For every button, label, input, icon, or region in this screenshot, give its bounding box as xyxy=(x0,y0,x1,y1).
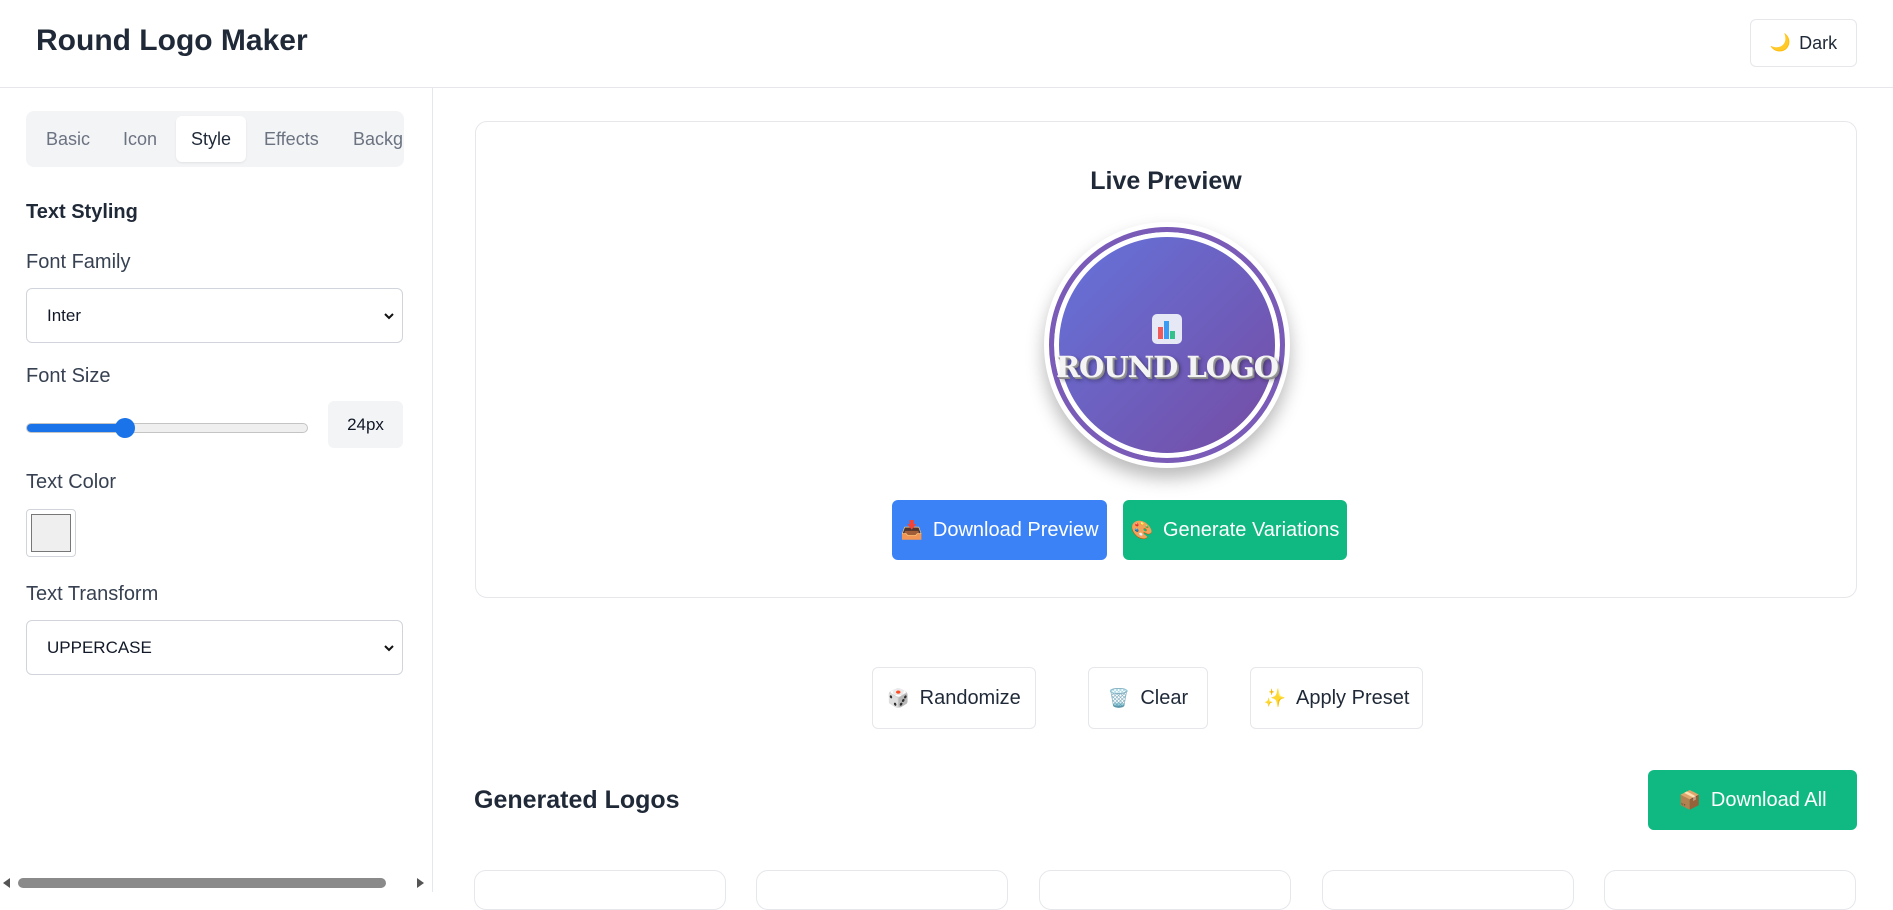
text-color-picker[interactable] xyxy=(26,509,76,557)
generated-logo-card[interactable] xyxy=(756,870,1008,910)
dark-mode-toggle-button[interactable]: 🌙 Dark xyxy=(1750,19,1857,67)
font-size-slider[interactable] xyxy=(26,418,308,438)
scrollbar-thumb[interactable] xyxy=(18,878,386,888)
font-family-select[interactable]: Inter xyxy=(26,288,403,343)
font-family-value: Inter xyxy=(47,305,82,325)
chevron-down-icon xyxy=(384,312,394,319)
app-title: Round Logo Maker xyxy=(36,24,308,57)
moon-icon: 🌙 xyxy=(1769,33,1792,52)
settings-tabs: Basic Icon Style Effects Backgroun xyxy=(26,111,404,167)
download-all-button[interactable]: 📦 Download All xyxy=(1648,770,1857,830)
live-preview-card: Live Preview ROUND LOGO 📥 Download Previ… xyxy=(475,121,1857,598)
download-preview-label: Download Preview xyxy=(932,518,1099,541)
text-transform-label: Text Transform xyxy=(26,583,159,605)
scroll-left-arrow-icon[interactable] xyxy=(3,878,10,888)
dark-mode-label: Dark xyxy=(1799,32,1838,53)
text-styling-heading: Text Styling xyxy=(26,201,138,223)
font-size-value: 24px xyxy=(328,401,403,448)
text-transform-value: UPPERCASE xyxy=(47,637,152,657)
generated-logo-card[interactable] xyxy=(1322,870,1574,910)
tab-icon[interactable]: Icon xyxy=(107,116,173,162)
generated-logos-title: Generated Logos xyxy=(474,786,680,814)
sparkles-icon: ✨ xyxy=(1263,687,1287,708)
logo-text: ROUND LOGO xyxy=(1055,350,1279,384)
dice-icon: 🎲 xyxy=(887,687,910,708)
tab-background[interactable]: Backgroun xyxy=(337,116,404,162)
generated-logo-card[interactable] xyxy=(1604,870,1856,910)
generated-logo-card[interactable] xyxy=(1039,870,1291,910)
main-content: Live Preview ROUND LOGO 📥 Download Previ… xyxy=(434,88,1893,910)
font-size-slider-fill xyxy=(27,424,125,432)
download-all-label: Download All xyxy=(1710,788,1827,811)
tab-style[interactable]: Style xyxy=(176,116,246,162)
generate-variations-button[interactable]: 🎨 Generate Variations xyxy=(1123,500,1347,560)
logo-circle: ROUND LOGO xyxy=(1049,227,1285,463)
horizontal-scrollbar[interactable] xyxy=(0,874,432,892)
settings-sidebar: Basic Icon Style Effects Backgroun Text … xyxy=(0,88,433,892)
clear-button[interactable]: 🗑️ Clear xyxy=(1088,667,1208,729)
generate-variations-label: Generate Variations xyxy=(1163,518,1340,541)
palette-icon: 🎨 xyxy=(1130,519,1153,540)
wastebasket-icon: 🗑️ xyxy=(1107,687,1131,708)
clear-label: Clear xyxy=(1140,686,1189,709)
tab-basic[interactable]: Basic xyxy=(30,116,106,162)
text-transform-select[interactable]: UPPERCASE xyxy=(26,620,403,675)
app-header: Round Logo Maker 🌙 Dark xyxy=(0,0,1893,88)
font-size-label: Font Size xyxy=(26,365,111,387)
package-icon: 📦 xyxy=(1678,789,1701,810)
generated-logo-card[interactable] xyxy=(474,870,726,910)
text-color-swatch xyxy=(31,514,71,552)
bar-chart-icon xyxy=(1152,314,1182,344)
apply-preset-button[interactable]: ✨ Apply Preset xyxy=(1250,667,1423,729)
inbox-tray-icon: 📥 xyxy=(900,519,923,540)
randomize-label: Randomize xyxy=(919,686,1021,709)
font-family-label: Font Family xyxy=(26,251,131,273)
live-preview-title: Live Preview xyxy=(1090,167,1242,195)
apply-preset-label: Apply Preset xyxy=(1296,686,1410,709)
randomize-button[interactable]: 🎲 Randomize xyxy=(872,667,1036,729)
chevron-down-icon xyxy=(384,644,394,651)
font-size-slider-thumb[interactable] xyxy=(115,418,135,438)
tab-effects[interactable]: Effects xyxy=(248,116,335,162)
text-color-label: Text Color xyxy=(26,471,117,493)
scroll-right-arrow-icon[interactable] xyxy=(417,878,424,888)
logo-preview: ROUND LOGO xyxy=(1044,222,1290,468)
download-preview-button[interactable]: 📥 Download Preview xyxy=(892,500,1107,560)
